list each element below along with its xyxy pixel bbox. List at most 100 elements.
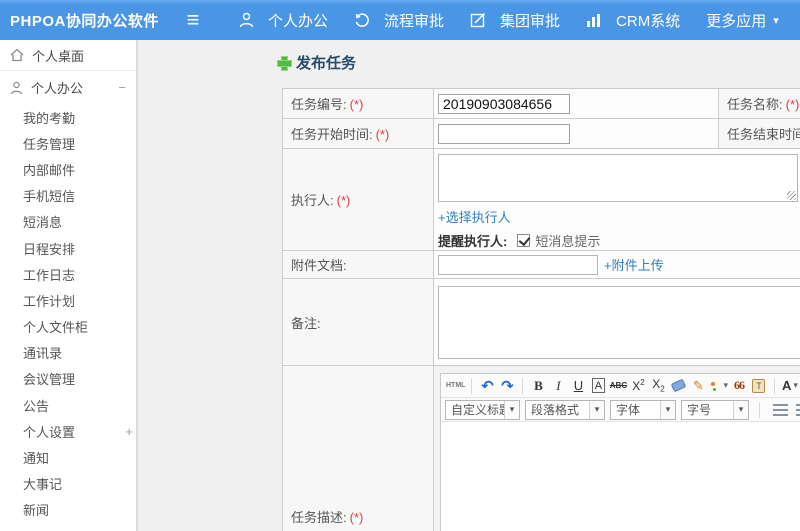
- font-family-select-value: 字体: [616, 403, 641, 417]
- superscript-button[interactable]: X2: [629, 376, 647, 396]
- remark-label: 备注:: [291, 315, 321, 331]
- task-name-label: 任务名称:: [727, 97, 783, 112]
- sidebar-item-desktop[interactable]: 个人桌面: [0, 40, 136, 71]
- attachment-input[interactable]: [438, 254, 598, 275]
- topbar: PHPOA协同办公软件 ≡ 个人办公 流程审批 集团审批 CRM系统 更多应用 ▾: [0, 0, 800, 40]
- remark-label-cell: 备注:: [282, 278, 434, 366]
- sidebar-item-8[interactable]: 个人文件柜: [0, 314, 136, 340]
- font-size-select[interactable]: 字号 ▾: [681, 399, 749, 420]
- editor-toolbar-row1: HTML ↶ ↷ B I U A ABC X2 X2 ✎ ▾ 66 T A ▾: [441, 374, 800, 398]
- italic-button[interactable]: I: [549, 376, 567, 396]
- hamburger-menu-icon[interactable]: ≡: [178, 0, 208, 40]
- sidebar-item-13[interactable]: 通知: [0, 444, 136, 470]
- sidebar-item-15[interactable]: 新闻: [0, 497, 136, 523]
- auto-typeset-icon: [709, 380, 721, 392]
- nav-item-1[interactable]: 流程审批: [341, 0, 457, 40]
- strikethrough-icon: ABC: [609, 381, 628, 390]
- paragraph-format-select-value: 段落格式: [531, 403, 580, 417]
- undo-button[interactable]: ↶: [478, 376, 496, 396]
- page-title: 发布任务: [277, 52, 356, 73]
- sidebar-item-7[interactable]: 工作计划: [0, 287, 136, 313]
- attachment-upload-link[interactable]: +附件上传: [604, 255, 664, 274]
- resize-grip[interactable]: [787, 191, 796, 200]
- caret-down-icon: ▾: [723, 380, 728, 390]
- alignment-group: [769, 403, 800, 416]
- source-code-button[interactable]: HTML: [446, 376, 465, 396]
- font-size-select-value: 字号: [687, 403, 712, 417]
- strikethrough-button[interactable]: ABC: [609, 376, 627, 396]
- sidebar-item-label: 任务管理: [23, 136, 76, 152]
- chart-icon: [586, 13, 609, 28]
- nav-item-label: 更多应用: [706, 12, 767, 30]
- custom-title-select[interactable]: 自定义标题▾: [445, 399, 520, 420]
- caret-down-icon[interactable]: ▾: [504, 400, 519, 419]
- required-mark: (*): [785, 97, 800, 112]
- choose-executor-link[interactable]: +选择执行人: [438, 210, 511, 225]
- caret-down-icon[interactable]: ▾: [589, 400, 604, 419]
- attachment-value-cell: +附件上传: [433, 250, 800, 279]
- auto-typeset-button[interactable]: ▾: [709, 376, 728, 396]
- sidebar-item-1[interactable]: 任务管理: [0, 130, 136, 156]
- italic-icon: I: [556, 377, 561, 393]
- font-family-select[interactable]: 字体 ▾: [610, 399, 676, 420]
- caret-down-icon[interactable]: ▾: [733, 400, 748, 419]
- subscript-button[interactable]: X2: [649, 376, 667, 396]
- toolbar-separator: [759, 401, 760, 418]
- paragraph-format-select[interactable]: 段落格式 ▾: [525, 399, 605, 420]
- sidebar-item-6[interactable]: 工作日志: [0, 261, 136, 287]
- sidebar-item-9[interactable]: 通讯录: [0, 340, 136, 366]
- bold-button[interactable]: B: [529, 376, 547, 396]
- end-time-label-cell: 任务结束时间:(*): [718, 118, 800, 149]
- sidebar-item-5[interactable]: 日程安排: [0, 235, 136, 261]
- sidebar-item-2[interactable]: 内部邮件: [0, 156, 136, 182]
- format-brush-button[interactable]: ✎: [689, 376, 707, 396]
- sidebar-item-label: 个人设置: [23, 424, 76, 440]
- executor-value-cell: +选择执行人 提醒执行人: 短消息提示: [433, 148, 800, 251]
- redo-icon: ↷: [501, 377, 514, 395]
- sidebar-item-10[interactable]: 会议管理: [0, 366, 136, 392]
- sidebar-item-14[interactable]: 大事记: [0, 471, 136, 497]
- expand-icon[interactable]: +: [125, 424, 133, 439]
- redo-button[interactable]: ↷: [498, 376, 516, 396]
- caret-down-icon[interactable]: ▾: [660, 400, 675, 419]
- executor-textarea[interactable]: [438, 154, 798, 202]
- app-logo: PHPOA协同办公软件: [10, 12, 159, 30]
- remark-value-cell: [433, 278, 800, 366]
- nav-item-2[interactable]: 集团审批: [457, 0, 573, 40]
- align-left-icon[interactable]: [773, 403, 788, 416]
- nav-item-4[interactable]: 更多应用 ▾: [693, 0, 792, 40]
- toolbar-separator: [471, 377, 473, 394]
- paste-plain-button[interactable]: T: [750, 376, 768, 396]
- sms-remind-checkbox[interactable]: [517, 234, 531, 247]
- task-no-label: 任务编号:: [291, 97, 347, 112]
- font-border-button[interactable]: A: [589, 376, 607, 396]
- blockquote-button[interactable]: 66: [730, 376, 748, 396]
- nav-item-label: 个人办公: [268, 12, 329, 30]
- sidebar-item-label: 个人桌面: [32, 48, 85, 64]
- nav-item-0[interactable]: 个人办公: [226, 0, 341, 40]
- eraser-button[interactable]: [669, 376, 687, 396]
- sidebar-item-label: 日程安排: [23, 241, 76, 257]
- underline-button[interactable]: U: [569, 376, 587, 396]
- caret-down-icon: ▾: [793, 380, 798, 390]
- collapse-icon[interactable]: −: [118, 80, 126, 95]
- nav-item-3[interactable]: CRM系统: [573, 0, 693, 40]
- sidebar-item-0[interactable]: 我的考勤: [0, 104, 136, 130]
- font-color-button[interactable]: A ▾: [781, 376, 799, 396]
- editor-content-area[interactable]: [441, 422, 800, 531]
- sidebar-section-personal-office[interactable]: 个人办公 −: [0, 71, 136, 104]
- sidebar-item-12[interactable]: 个人设置 +: [0, 418, 136, 444]
- attachment-label: 附件文档:: [291, 258, 347, 273]
- align-center-icon[interactable]: [796, 403, 800, 416]
- sidebar-item-11[interactable]: 公告: [0, 392, 136, 418]
- description-value-cell: HTML↶↷BIUAABCX2X2✎▾66TA▾ 自定义标题▾段落格式▾字体▾字…: [433, 365, 800, 531]
- remark-textarea[interactable]: [438, 286, 800, 359]
- sidebar-item-4[interactable]: 短消息: [0, 209, 136, 235]
- start-time-input[interactable]: [438, 123, 570, 144]
- description-label-cell: 任务描述: (*): [282, 365, 434, 531]
- sidebar-item-3[interactable]: 手机短信: [0, 183, 136, 209]
- task-no-input[interactable]: [438, 93, 570, 114]
- description-label: 任务描述:: [291, 510, 347, 525]
- sidebar: 个人桌面 个人办公 − 我的考勤任务管理内部邮件 手机短信 短消息日程安排工作日志工…: [0, 40, 138, 531]
- nav-item-label: 流程审批: [384, 12, 445, 30]
